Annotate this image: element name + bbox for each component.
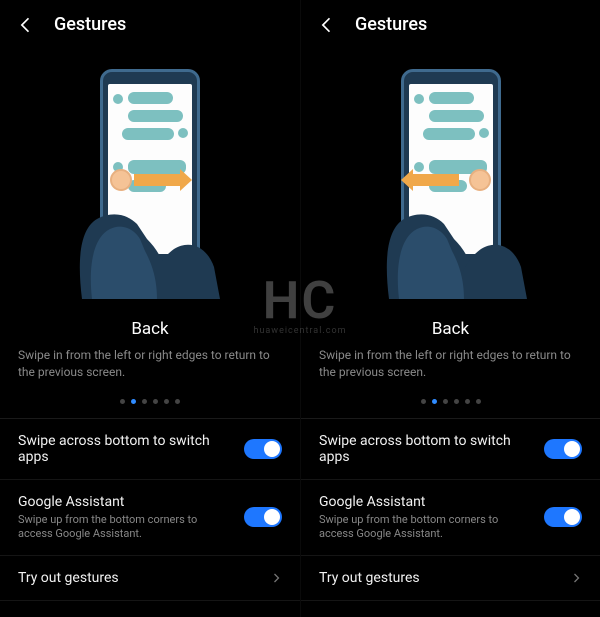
chevron-right-icon: [270, 572, 282, 584]
gesture-description: Swipe in from the left or right edges to…: [0, 339, 300, 381]
page-title: Gestures: [54, 14, 126, 35]
pager-dot[interactable]: [421, 399, 426, 404]
page-title: Gestures: [355, 14, 427, 35]
setting-label: Try out gestures: [319, 570, 558, 586]
pager-dot[interactable]: [465, 399, 470, 404]
pager-dot[interactable]: [432, 399, 437, 404]
phone-mockup: [381, 69, 521, 299]
setting-try-out-gestures[interactable]: Try out gestures: [0, 556, 300, 601]
hand-illustration: [379, 189, 529, 299]
gesture-description: Swipe in from the left or right edges to…: [301, 339, 600, 381]
back-arrow-icon[interactable]: [16, 15, 36, 35]
header: Gestures: [0, 0, 300, 49]
setting-label: Google Assistant: [18, 494, 232, 510]
pager-dot[interactable]: [454, 399, 459, 404]
swipe-arrow-left-icon: [411, 174, 459, 186]
toggle-switch[interactable]: [544, 507, 582, 527]
toggle-switch[interactable]: [544, 439, 582, 459]
pager-dot[interactable]: [476, 399, 481, 404]
page-indicator: [0, 399, 300, 404]
pager-dot[interactable]: [120, 399, 125, 404]
pager-dot[interactable]: [131, 399, 136, 404]
header: Gestures: [301, 0, 600, 49]
setting-swipe-switch[interactable]: Swipe across bottom to switch apps: [0, 419, 300, 480]
setting-label: Try out gestures: [18, 570, 258, 586]
gesture-illustration: [301, 49, 600, 309]
setting-try-out-gestures[interactable]: Try out gestures: [301, 556, 600, 601]
page-indicator: [301, 399, 600, 404]
setting-sublabel: Swipe up from the bottom corners to acce…: [18, 513, 232, 542]
pager-dot[interactable]: [175, 399, 180, 404]
gesture-illustration: [0, 49, 300, 309]
setting-label: Swipe across bottom to switch apps: [319, 433, 532, 465]
pager-dot[interactable]: [443, 399, 448, 404]
toggle-switch[interactable]: [244, 439, 282, 459]
toggle-switch[interactable]: [244, 507, 282, 527]
pager-dot[interactable]: [153, 399, 158, 404]
back-arrow-icon[interactable]: [317, 15, 337, 35]
pager-dot[interactable]: [164, 399, 169, 404]
setting-google-assistant[interactable]: Google Assistant Swipe up from the botto…: [0, 480, 300, 557]
gesture-title: Back: [301, 319, 600, 339]
settings-panel-left: Gestures: [0, 0, 300, 617]
swipe-arrow-right-icon: [134, 174, 182, 186]
phone-mockup: [80, 69, 220, 299]
chevron-right-icon: [570, 572, 582, 584]
pager-dot[interactable]: [142, 399, 147, 404]
thumb-icon: [469, 169, 491, 191]
hand-illustration: [72, 189, 222, 299]
setting-label: Google Assistant: [319, 494, 532, 510]
settings-panel-right: Gestures: [300, 0, 600, 617]
setting-google-assistant[interactable]: Google Assistant Swipe up from the botto…: [301, 480, 600, 557]
gesture-title: Back: [0, 319, 300, 339]
setting-label: Swipe across bottom to switch apps: [18, 433, 232, 465]
setting-sublabel: Swipe up from the bottom corners to acce…: [319, 513, 532, 542]
setting-swipe-switch[interactable]: Swipe across bottom to switch apps: [301, 419, 600, 480]
thumb-icon: [110, 169, 132, 191]
